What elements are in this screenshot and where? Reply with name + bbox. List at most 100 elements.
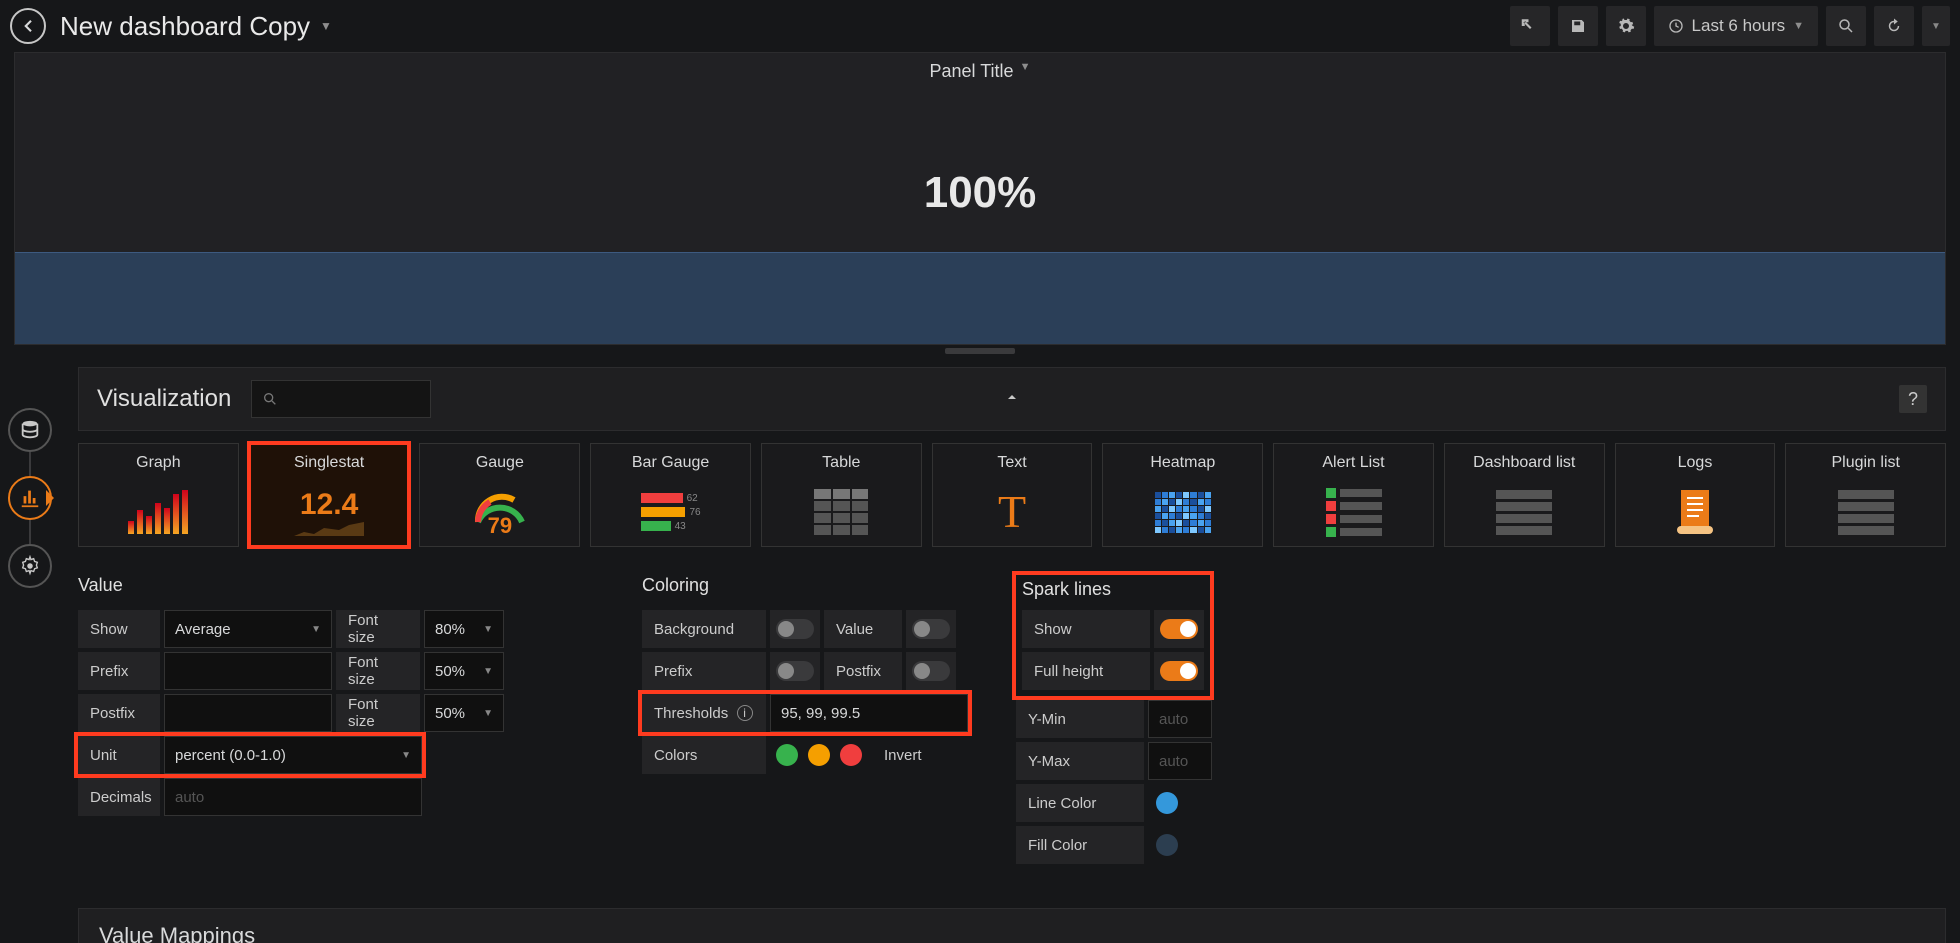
fontsize3-select[interactable]: 50%▼ (424, 694, 504, 732)
zoom-out-button[interactable] (1826, 6, 1866, 46)
section-title: Visualization (97, 385, 231, 413)
arrow-left-icon (19, 17, 37, 35)
tab-visualization[interactable] (8, 476, 52, 520)
show-select[interactable]: Average▼ (164, 610, 332, 648)
gear-icon (19, 555, 41, 577)
value-settings: Value Show Average▼ Font size 80%▼ Prefi… (78, 575, 618, 864)
color-picker-green[interactable] (776, 744, 798, 766)
visualization-search[interactable] (251, 380, 431, 418)
visualization-editor: Visualization ? Graph Singlestat 12.4 Ga… (78, 367, 1946, 864)
linecolor-label: Line Color (1016, 784, 1144, 822)
dashboard-title-dropdown[interactable]: New dashboard Copy ▼ (60, 11, 332, 42)
background-toggle[interactable] (776, 619, 814, 639)
share-button[interactable] (1510, 6, 1550, 46)
prefix-input[interactable] (164, 652, 332, 690)
fillcolor-picker[interactable] (1156, 834, 1178, 856)
dashboard-title: New dashboard Copy (60, 11, 310, 42)
ymin-input[interactable]: auto (1148, 700, 1212, 738)
spark-show-toggle[interactable] (1160, 619, 1198, 639)
background-label: Background (642, 610, 766, 648)
chevron-down-icon: ▼ (1931, 21, 1941, 32)
colors-label: Colors (642, 736, 766, 774)
fontsize1-label: Font size (336, 610, 420, 648)
viz-option-heatmap[interactable]: Heatmap (1102, 443, 1263, 547)
refresh-button[interactable] (1874, 6, 1914, 46)
singlestat-icon: 12.4 (300, 488, 358, 522)
spark-fullheight-toggle[interactable] (1160, 661, 1198, 681)
value-mappings-section: Value Mappings Type value to text▼ (78, 908, 1946, 943)
linecolor-picker[interactable] (1156, 792, 1178, 814)
fillcolor-label: Fill Color (1016, 826, 1144, 864)
postfix-input[interactable] (164, 694, 332, 732)
viz-option-table[interactable]: Table (761, 443, 922, 547)
panel: Panel Title ▼ 100% (14, 52, 1946, 345)
sparkline-area (15, 252, 1945, 344)
gear-icon (1617, 17, 1635, 35)
coloring-settings: Coloring Background Value Prefix Postfix… (642, 575, 992, 864)
topbar: New dashboard Copy ▼ Last 6 hours ▼ ▼ (0, 0, 1960, 52)
time-picker[interactable]: Last 6 hours ▼ (1654, 6, 1818, 46)
ymax-label: Y-Max (1016, 742, 1144, 780)
postfix-label: Postfix (78, 694, 160, 732)
fontsize2-select[interactable]: 50%▼ (424, 652, 504, 690)
viz-option-graph[interactable]: Graph (78, 443, 239, 547)
invert-label[interactable]: Invert (872, 736, 934, 774)
viz-option-bargauge[interactable]: Bar Gauge 62 76 43 (590, 443, 751, 547)
time-range-label: Last 6 hours (1692, 16, 1786, 36)
viz-option-logs[interactable]: Logs (1615, 443, 1776, 547)
panel-title: Panel Title (930, 61, 1014, 82)
visualization-header: Visualization ? (78, 367, 1946, 431)
viz-option-pluginlist[interactable]: Plugin list (1785, 443, 1946, 547)
fontsize1-select[interactable]: 80%▼ (424, 610, 504, 648)
thresholds-input[interactable]: 95, 99, 99.5 (770, 694, 968, 732)
panel-preview-region: Panel Title ▼ 100% (14, 52, 1946, 345)
mappings-heading: Value Mappings (99, 923, 1925, 943)
panel-resize-handle[interactable] (945, 348, 1015, 354)
unit-label: Unit (78, 736, 160, 774)
decimals-label: Decimals (78, 778, 160, 816)
graph-icon (128, 490, 188, 534)
refresh-icon (1885, 17, 1903, 35)
chart-icon (19, 487, 41, 509)
tab-general[interactable] (8, 544, 52, 588)
spark-fullheight-label: Full height (1022, 652, 1150, 690)
decimals-input[interactable]: auto (164, 778, 422, 816)
search-icon (1837, 17, 1855, 35)
help-button[interactable]: ? (1899, 385, 1927, 413)
prefix-label: Prefix (78, 652, 160, 690)
viz-option-dashboardlist[interactable]: Dashboard list (1444, 443, 1605, 547)
spark-show-label: Show (1022, 610, 1150, 648)
viz-option-alertlist[interactable]: Alert List (1273, 443, 1434, 547)
value-heading: Value (78, 575, 618, 596)
value-toggle[interactable] (912, 619, 950, 639)
viz-option-text[interactable]: Text T (932, 443, 1093, 547)
thresholds-label: Thresholds i (642, 694, 766, 732)
chevron-down-icon: ▼ (1020, 61, 1031, 82)
list-icon (1496, 490, 1552, 535)
collapse-section[interactable] (1004, 389, 1020, 410)
show-label: Show (78, 610, 160, 648)
coloring-postfix-label: Postfix (824, 652, 902, 690)
prefix-toggle[interactable] (776, 661, 814, 681)
tab-queries[interactable] (8, 408, 52, 452)
chevron-down-icon: ▼ (1793, 20, 1804, 32)
save-icon (1569, 17, 1587, 35)
fontsize3-label: Font size (336, 694, 420, 732)
viz-option-gauge[interactable]: Gauge 79 (419, 443, 580, 547)
settings-button[interactable] (1606, 6, 1646, 46)
unit-select[interactable]: percent (0.0-1.0)▼ (164, 736, 422, 774)
viz-option-singlestat[interactable]: Singlestat 12.4 (249, 443, 410, 547)
back-button[interactable] (10, 8, 46, 44)
save-button[interactable] (1558, 6, 1598, 46)
value-label: Value (824, 610, 902, 648)
panel-title-dropdown[interactable]: Panel Title ▼ (15, 53, 1945, 86)
text-icon: T (998, 489, 1026, 535)
info-icon[interactable]: i (737, 705, 753, 721)
heatmap-icon (1155, 492, 1211, 533)
database-icon (19, 419, 41, 441)
color-picker-orange[interactable] (808, 744, 830, 766)
postfix-toggle[interactable] (912, 661, 950, 681)
ymax-input[interactable]: auto (1148, 742, 1212, 780)
refresh-interval-dropdown[interactable]: ▼ (1922, 6, 1950, 46)
color-picker-red[interactable] (840, 744, 862, 766)
